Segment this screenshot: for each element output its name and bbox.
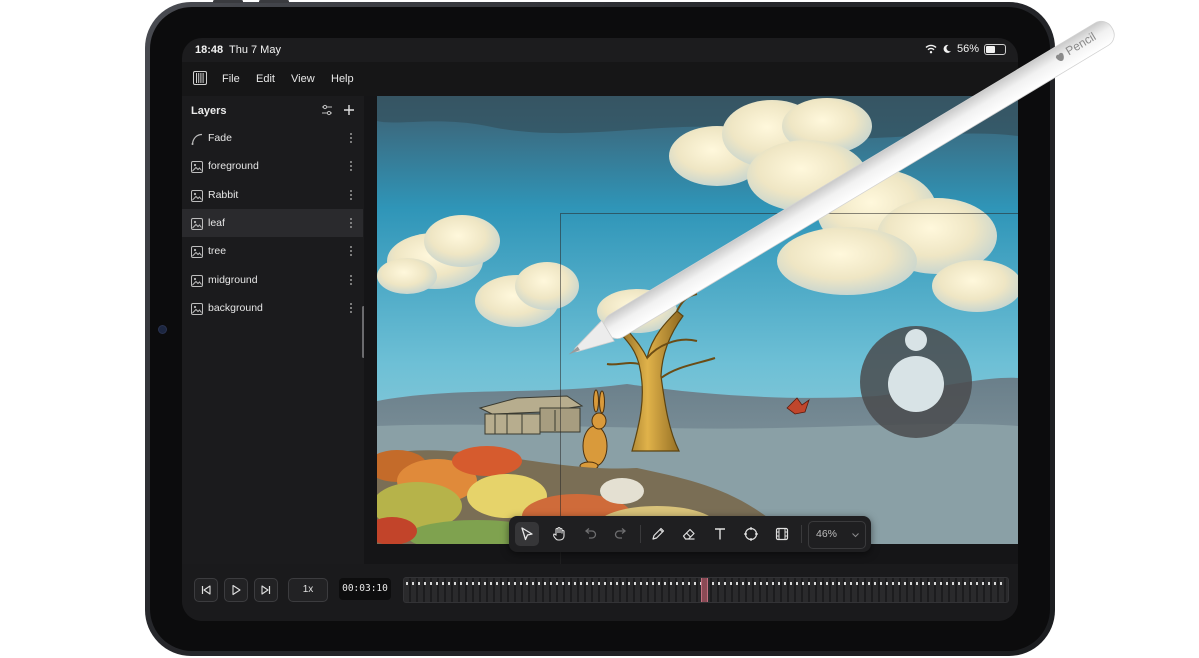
joystick-control[interactable] <box>860 326 972 438</box>
layer-row-foreground[interactable]: foreground <box>182 152 363 180</box>
menu-file[interactable]: File <box>222 73 240 85</box>
layer-row-leaf[interactable]: leaf <box>182 208 363 237</box>
moon-icon <box>943 44 951 53</box>
crosshair-icon <box>744 527 758 541</box>
timeline-bar: 1x 00:03:10 <box>182 564 1018 621</box>
layer-row-fade[interactable]: Fade <box>182 124 363 152</box>
layers-panel: Layers Fade foreground Rabbit leaf tree midgr… <box>182 96 365 564</box>
app-logo-icon[interactable] <box>193 71 207 85</box>
undo-icon <box>584 528 597 539</box>
artwork <box>377 96 1018 544</box>
target-tool-button[interactable] <box>739 522 763 546</box>
layer-row-midground[interactable]: midground <box>182 266 363 294</box>
redo-button[interactable] <box>609 522 633 546</box>
undo-button[interactable] <box>578 522 602 546</box>
layer-label: foreground <box>208 160 259 173</box>
top-button <box>213 0 243 3</box>
play-icon <box>232 584 241 596</box>
layer-row-rabbit[interactable]: Rabbit <box>182 181 363 209</box>
text-icon <box>715 528 725 540</box>
menu-help[interactable]: Help <box>331 73 354 85</box>
redo-icon <box>614 528 627 539</box>
status-date: Thu 7 May <box>229 44 281 56</box>
status-time: 18:48 <box>195 44 224 56</box>
play-button[interactable] <box>224 578 248 602</box>
timeline-track[interactable] <box>403 577 1009 603</box>
text-tool-button[interactable] <box>708 522 732 546</box>
top-button-2 <box>259 0 289 3</box>
battery-icon <box>984 43 1006 55</box>
more-options-icon[interactable] <box>349 216 353 230</box>
hand-tool-button[interactable] <box>547 522 571 546</box>
menu-view[interactable]: View <box>291 73 315 85</box>
skip-back-icon <box>201 585 211 595</box>
layer-label: background <box>208 301 263 314</box>
status-indicators: 56% <box>925 43 1006 55</box>
zoom-value: 46% <box>816 528 838 540</box>
tool-palette: 46% <box>509 516 871 552</box>
layer-row-tree[interactable]: tree <box>182 237 363 265</box>
image-icon <box>191 302 203 315</box>
battery-fill <box>986 45 995 53</box>
zoom-select[interactable]: 46% <box>808 521 866 549</box>
layer-row-background[interactable]: background <box>182 294 363 322</box>
toolbar-divider <box>801 525 802 543</box>
layers-title: Layers <box>191 105 227 117</box>
sliders-icon[interactable] <box>319 102 335 118</box>
film-strip-icon <box>775 527 789 541</box>
more-options-icon[interactable] <box>349 244 353 258</box>
layer-label: Fade <box>208 132 232 144</box>
menu-edit[interactable]: Edit <box>256 73 275 85</box>
skip-back-button[interactable] <box>194 578 218 602</box>
add-layer-icon[interactable] <box>341 102 357 118</box>
select-tool-button[interactable] <box>515 522 539 546</box>
layer-label: tree <box>208 245 227 258</box>
curve-icon <box>191 132 203 145</box>
playback-speed-button[interactable]: 1x <box>288 578 328 602</box>
chevron-down-icon <box>852 533 859 538</box>
playback-speed: 1x <box>302 584 314 595</box>
film-tool-button[interactable] <box>770 522 794 546</box>
toolbar-divider <box>640 525 641 543</box>
layer-label: midground <box>208 273 258 286</box>
image-icon <box>191 160 203 174</box>
hand-icon <box>553 526 565 541</box>
pencil-brand-text: Pencil <box>1063 29 1098 58</box>
skip-forward-button[interactable] <box>254 578 278 602</box>
cursor-arrow-icon <box>521 527 533 541</box>
pencil-icon <box>652 527 665 540</box>
wifi-icon <box>925 44 937 54</box>
eraser-icon <box>682 528 695 540</box>
skip-forward-icon <box>261 585 271 595</box>
menu-bar: File Edit View Help <box>182 62 1018 97</box>
status-bar: 18:48 Thu 7 May 56% <box>182 38 1018 62</box>
timecode-display: 00:03:10 <box>339 578 391 600</box>
timecode: 00:03:10 <box>342 583 388 594</box>
more-options-icon[interactable] <box>349 159 353 173</box>
image-icon <box>191 189 203 202</box>
battery-percent: 56% <box>956 43 979 55</box>
more-options-icon[interactable] <box>349 273 353 287</box>
front-camera <box>158 325 167 334</box>
image-icon <box>191 217 203 230</box>
layer-label: Rabbit <box>208 188 239 201</box>
eraser-tool-button[interactable] <box>677 522 701 546</box>
playhead[interactable] <box>701 578 708 602</box>
brush-tool-button[interactable] <box>646 522 670 546</box>
image-icon <box>191 245 203 259</box>
image-icon <box>191 274 203 287</box>
layer-label: leaf <box>208 216 225 229</box>
more-options-icon[interactable] <box>349 301 353 315</box>
more-options-icon[interactable] <box>349 131 353 145</box>
more-options-icon[interactable] <box>349 188 353 202</box>
